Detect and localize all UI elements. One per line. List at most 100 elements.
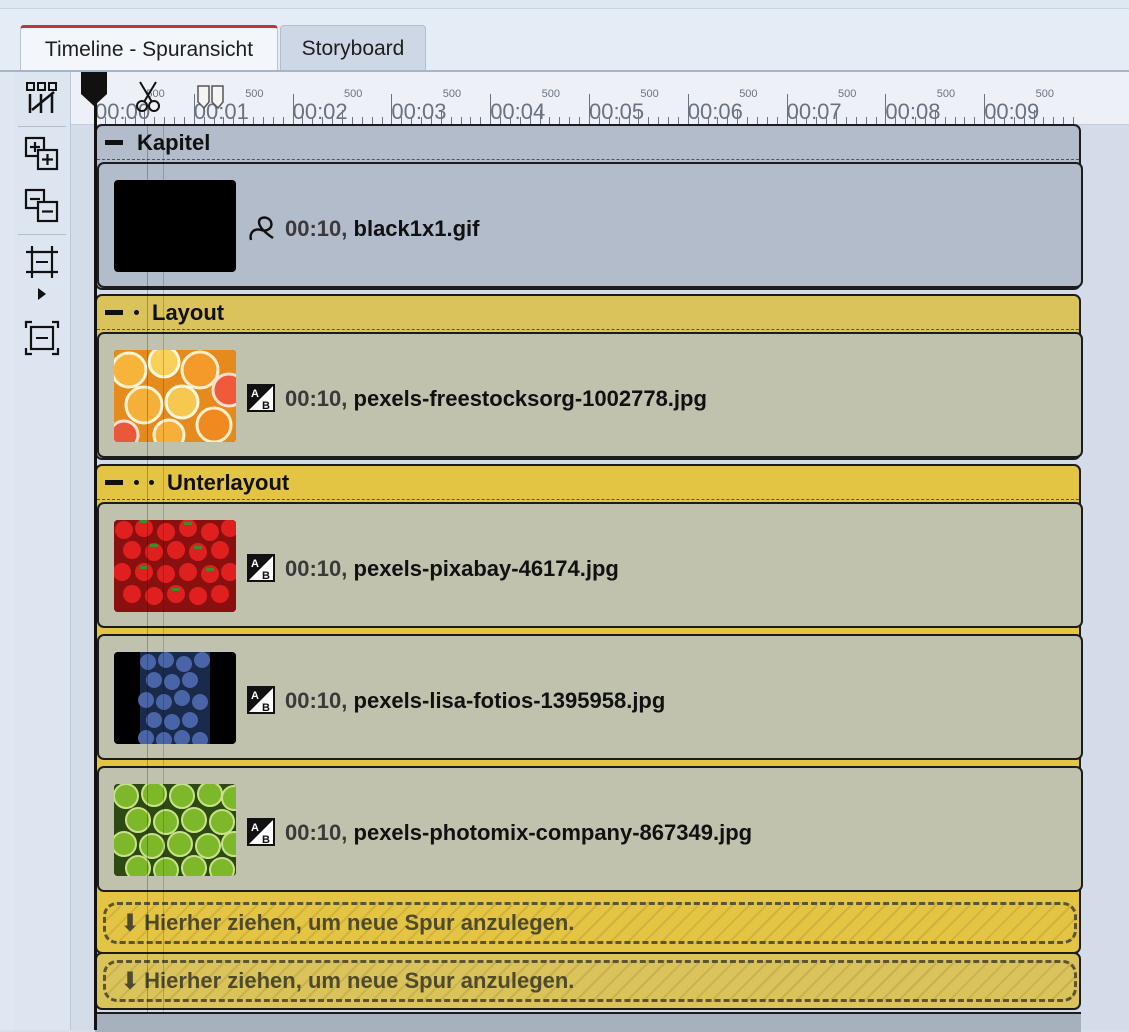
- remove-group-icon: [24, 188, 59, 223]
- drop-zone-label: Hierher ziehen, um neue Spur anzulegen.: [144, 910, 575, 935]
- drop-zone-new-track[interactable]: ⬇ Hierher ziehen, um neue Spur anzulegen…: [103, 902, 1077, 944]
- ruler-half-label: 500: [739, 88, 758, 100]
- group-kapitel[interactable]: Kapitel 00:10, black1x1.gif: [95, 124, 1083, 290]
- ruler-minor-tick: [836, 110, 837, 124]
- clip-track[interactable]: A B 00:10, pexels-freestocksorg-1002778.…: [97, 332, 1083, 458]
- ruler-minor-tick: [727, 117, 729, 124]
- tab-bar: Timeline - Spuransicht Storyboard: [0, 9, 1129, 71]
- submenu-arrow-icon[interactable]: [38, 288, 46, 300]
- ruler-minor-tick: [233, 117, 235, 124]
- ruler-minor-tick: [262, 117, 264, 124]
- ruler-half-label: 500: [344, 88, 363, 100]
- collapse-icon[interactable]: [105, 310, 123, 315]
- fit-timeline-button[interactable]: [22, 242, 62, 282]
- clip-filename: pexels-photomix-company-867349.jpg: [353, 820, 753, 845]
- ruler-minor-tick: [845, 117, 847, 124]
- clip-track[interactable]: 00:10, black1x1.gif: [97, 162, 1083, 288]
- svg-text:B: B: [262, 834, 270, 846]
- marker-line: [163, 124, 164, 1012]
- ruler-minor-tick: [1033, 110, 1035, 124]
- svg-text:A: A: [251, 690, 259, 702]
- ruler-time-label: 00:04: [490, 99, 546, 124]
- ruler-half-label: 500: [541, 88, 560, 100]
- image-ab-icon: A B: [247, 384, 275, 412]
- ruler-minor-tick: [668, 117, 670, 124]
- cut-marker-line: [147, 124, 148, 1012]
- ruler-minor-tick: [1003, 117, 1005, 124]
- arrow-down-icon: ⬇: [120, 909, 141, 937]
- clip-thumbnail: [114, 520, 236, 612]
- group-layout[interactable]: Layout A B 00:10, pexels-freestocksorg-1…: [95, 294, 1083, 460]
- ruler-minor-tick: [707, 117, 709, 124]
- ruler-time-label: 00:08: [885, 99, 941, 124]
- ruler-minor-tick: [855, 117, 857, 124]
- clip-filename: pexels-freestocksorg-1002778.jpg: [353, 386, 707, 411]
- ruler-minor-tick: [519, 117, 521, 124]
- group-header-layout[interactable]: Layout: [97, 296, 1079, 330]
- ruler-minor-tick: [243, 110, 245, 124]
- marker-flag-icon[interactable]: [196, 84, 226, 110]
- clip-thumbnail: [114, 784, 236, 876]
- ruler-minor-tick: [944, 117, 946, 124]
- ruler-half-label: 500: [1035, 88, 1054, 100]
- ruler-minor-tick: [470, 117, 472, 124]
- group-layout-dropzone: ⬇ Hierher ziehen, um neue Spur anzulegen…: [95, 952, 1081, 1010]
- ruler-minor-tick: [174, 117, 176, 124]
- group-unterlayout[interactable]: Unterlayout A B 00:10, pexels-pixabay-46…: [95, 464, 1083, 954]
- scissors-icon[interactable]: [134, 80, 162, 114]
- top-strip: [0, 0, 1129, 9]
- ruler-minor-tick: [756, 117, 758, 124]
- ruler-time-label: 00:02: [292, 99, 348, 124]
- ruler-minor-tick: [677, 117, 679, 124]
- ruler-minor-tick: [430, 117, 432, 124]
- ruler-minor-tick: [539, 110, 541, 124]
- ruler-minor-tick: [954, 117, 956, 124]
- ruler-minor-tick: [500, 117, 502, 124]
- ruler-minor-tick: [134, 117, 136, 124]
- ruler-minor-tick: [579, 117, 581, 124]
- add-group-button[interactable]: [22, 134, 62, 174]
- remove-group-button[interactable]: [22, 186, 62, 226]
- ruler-minor-tick: [154, 117, 156, 124]
- tab-timeline-spuransicht[interactable]: Timeline - Spuransicht: [20, 25, 278, 71]
- group-title: Unterlayout: [167, 469, 290, 495]
- time-ruler[interactable]: 00:00 500 00:01 500 00:02 500 00:03 500 00:04 500…: [71, 72, 1129, 125]
- ruler-minor-tick: [826, 117, 828, 124]
- ruler-minor-tick: [529, 117, 531, 124]
- clip-track[interactable]: A B 00:10, pexels-pixabay-46174.jpg: [97, 502, 1083, 628]
- ruler-minor-tick: [994, 117, 996, 124]
- clip-track[interactable]: A B 00:10, pexels-photomix-company-86734…: [97, 766, 1083, 892]
- clip-track[interactable]: A B 00:10, pexels-lisa-fotios-1395958.jp…: [97, 634, 1083, 760]
- clip-filename: black1x1.gif: [353, 216, 480, 241]
- svg-text:B: B: [262, 570, 270, 582]
- image-ab-icon: A B: [247, 686, 275, 714]
- toolbar-separator: [18, 234, 66, 235]
- ruler-minor-tick: [332, 117, 334, 124]
- svg-text:A: A: [251, 822, 259, 834]
- insert-track-button[interactable]: [22, 78, 62, 118]
- ruler-minor-tick: [1023, 117, 1025, 124]
- collapse-icon[interactable]: [105, 140, 123, 145]
- ruler-minor-tick: [1043, 117, 1045, 124]
- toolbar-separator: [18, 126, 66, 127]
- collapse-icon[interactable]: [105, 480, 123, 485]
- playhead-handle[interactable]: [79, 70, 109, 106]
- ruler-minor-tick: [342, 110, 343, 124]
- clip-thumbnail: [114, 180, 236, 272]
- ruler-minor-tick: [638, 110, 640, 124]
- expand-collapse-button[interactable]: [22, 318, 62, 358]
- level-dot: [134, 480, 139, 485]
- ruler-minor-tick: [974, 117, 976, 124]
- level-dot: [149, 480, 154, 485]
- ruler-minor-tick: [697, 117, 699, 124]
- ruler-half-label: 500: [640, 88, 659, 100]
- tab-storyboard[interactable]: Storyboard: [280, 25, 426, 71]
- ruler-half-label: 500: [936, 88, 956, 100]
- ruler-minor-tick: [203, 117, 205, 124]
- clip-thumbnail: [114, 350, 236, 442]
- ruler-minor-tick: [213, 117, 215, 124]
- drop-zone-new-track[interactable]: ⬇ Hierher ziehen, um neue Spur anzulegen…: [103, 960, 1077, 1002]
- ruler-minor-tick: [440, 110, 442, 124]
- group-header-unterlayout[interactable]: Unterlayout: [97, 466, 1079, 500]
- group-header-kapitel[interactable]: Kapitel: [97, 126, 1079, 160]
